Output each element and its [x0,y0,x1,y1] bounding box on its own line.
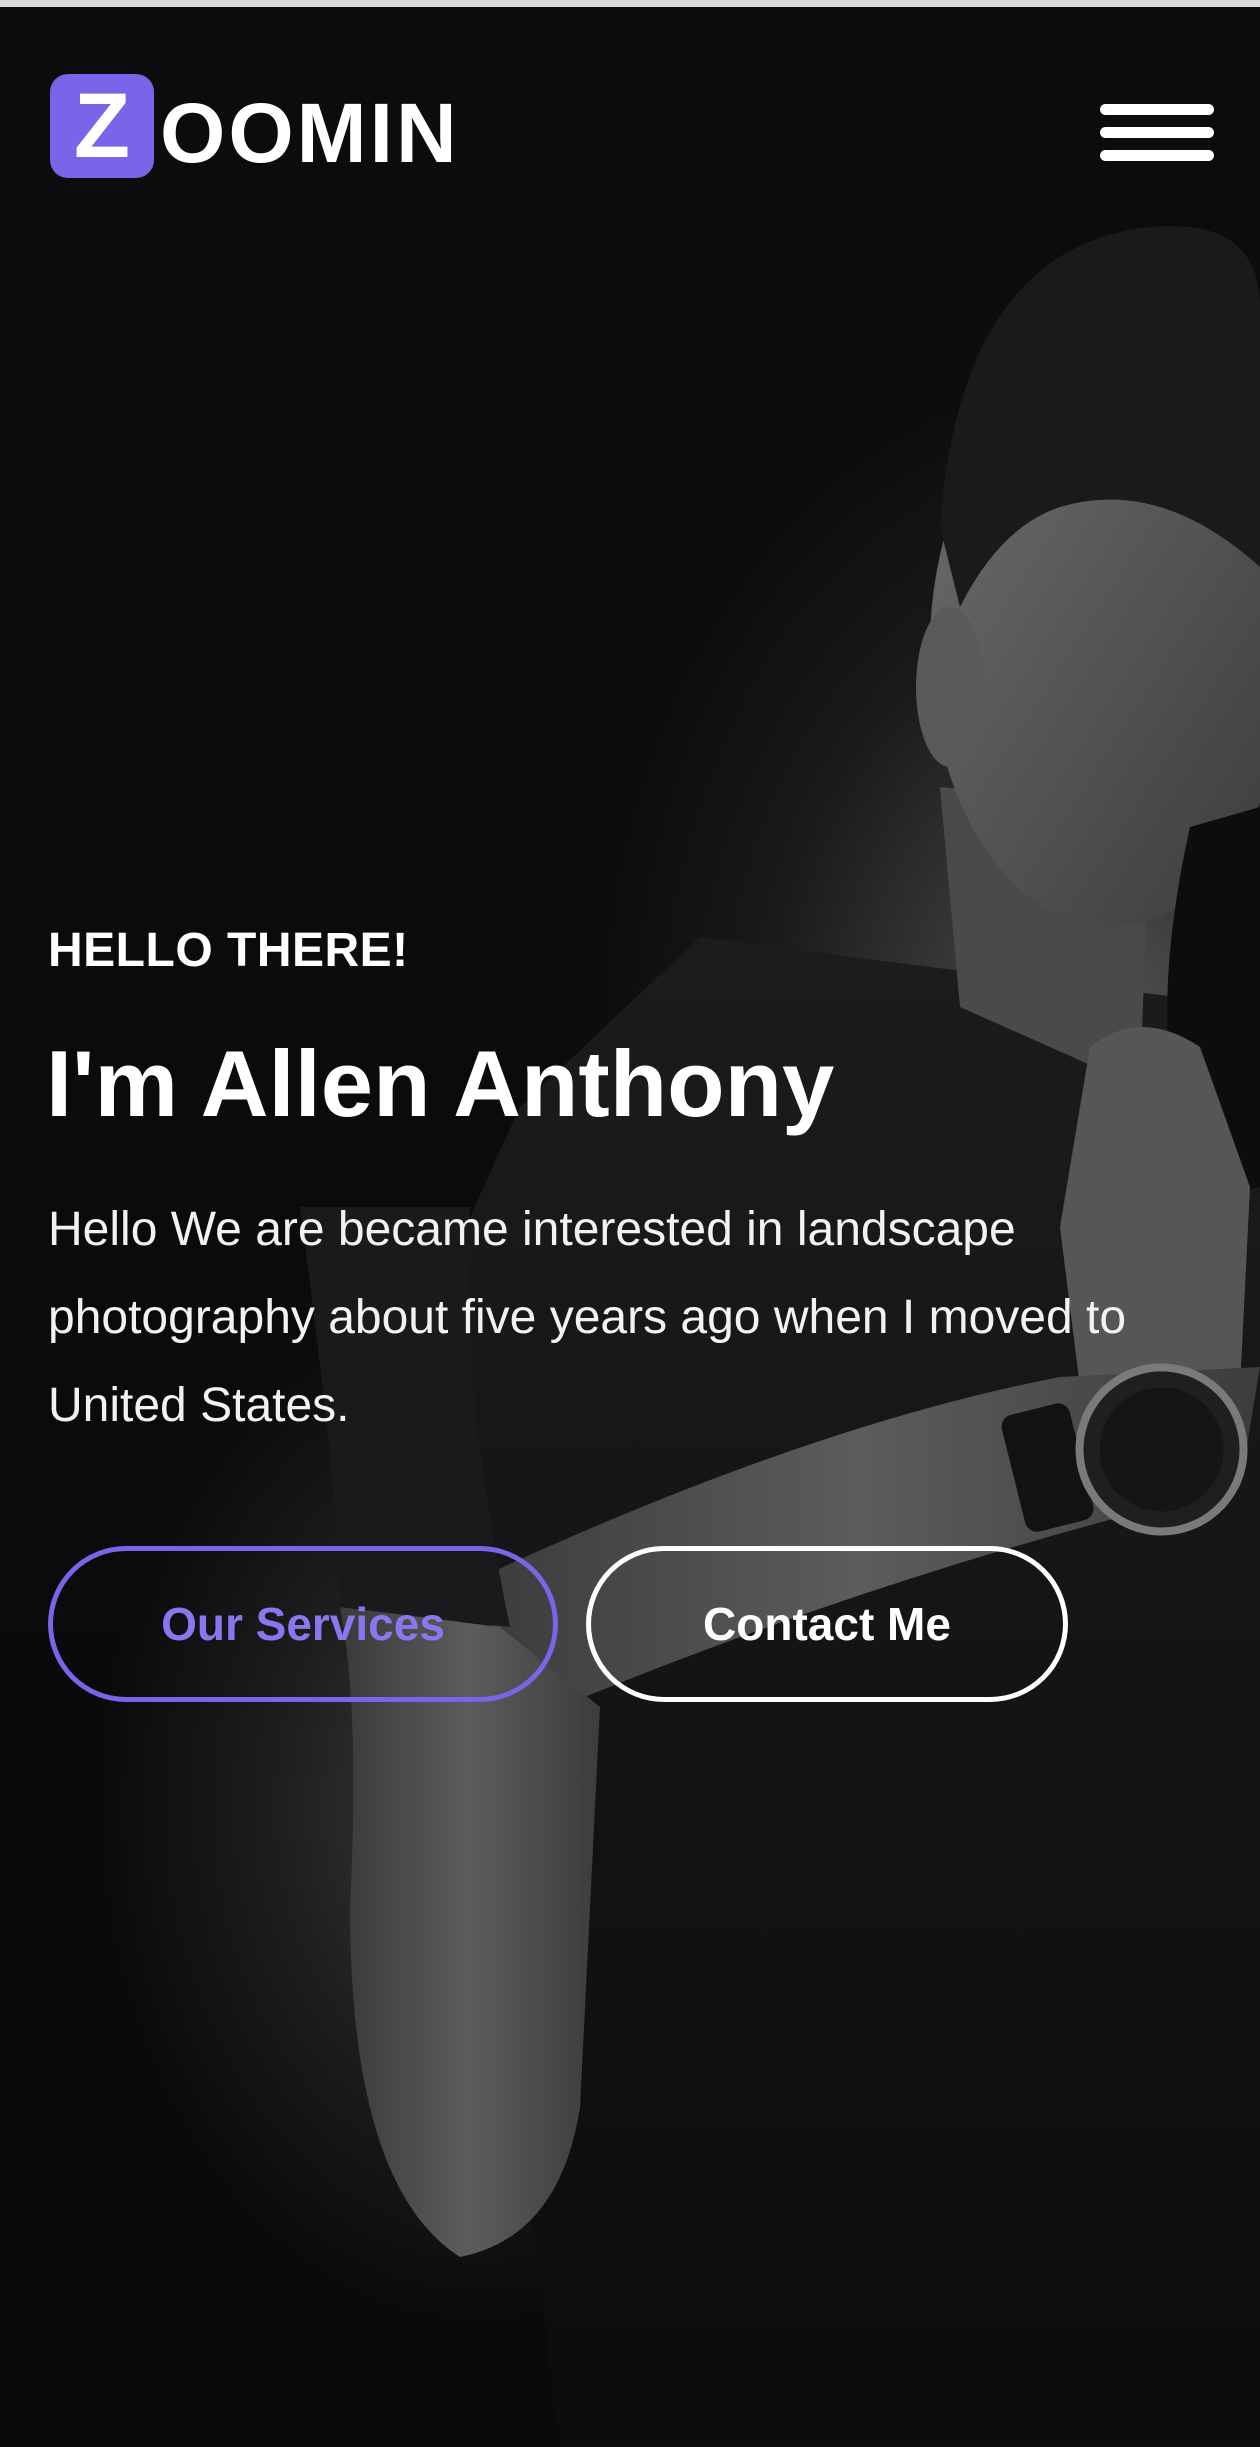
top-strip [0,0,1260,7]
menu-bar-middle [1100,127,1214,138]
menu-bar-bottom [1100,150,1214,161]
our-services-button[interactable]: Our Services [48,1546,558,1702]
page: Z OOMIN HELLO THERE! I'm Allen Anthony H… [0,0,1260,2447]
hero-intro-text: Hello We are became interested in landsc… [48,1203,1127,1432]
menu-bar-top [1100,104,1214,115]
contact-me-button[interactable]: Contact Me [586,1546,1068,1702]
site-logo[interactable]: Z OOMIN [50,74,460,178]
hamburger-menu-icon[interactable] [1100,104,1214,164]
logo-wordmark: OOMIN [160,86,460,180]
logo-badge: Z [50,74,154,178]
hero-headline: I'm Allen Anthony [46,1031,835,1136]
hero-greeting: HELLO THERE! [48,924,409,977]
